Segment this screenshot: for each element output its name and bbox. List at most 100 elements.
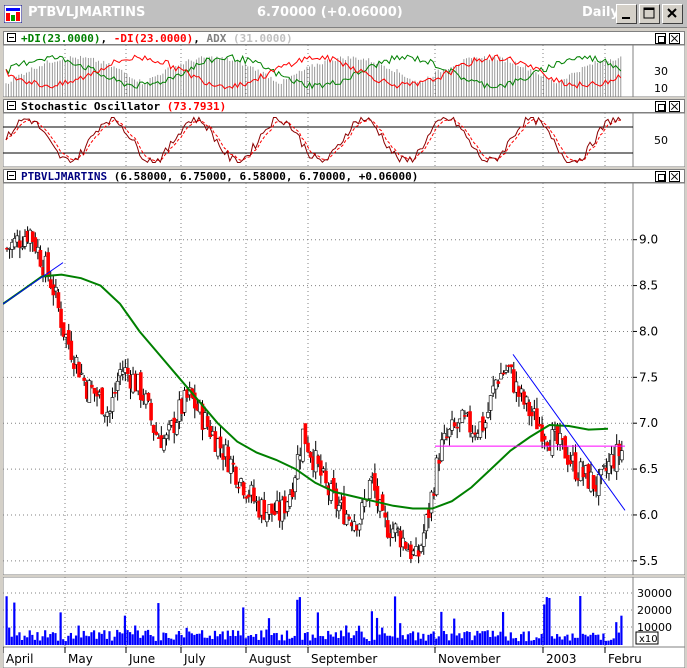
- candle-body: [347, 516, 351, 520]
- volume-bar: [64, 641, 67, 645]
- price-tick-label: 8.0: [639, 324, 658, 338]
- pane-collapse-icon[interactable]: [7, 101, 16, 110]
- volume-bar: [278, 640, 281, 645]
- pane-close-button[interactable]: [669, 33, 680, 44]
- volume-bar: [193, 634, 196, 645]
- volume-bar: [288, 638, 291, 645]
- volume-bar: [324, 639, 327, 645]
- volume-bar: [208, 635, 211, 645]
- volume-bar: [471, 640, 474, 645]
- month-label: May: [68, 652, 93, 666]
- volume-bar: [517, 641, 520, 645]
- volume-bar: [175, 634, 178, 645]
- volume-bar: [293, 635, 296, 645]
- candle-body: [79, 372, 84, 375]
- volume-bar: [411, 631, 415, 645]
- maximize-icon: [643, 7, 655, 19]
- volume-bar: [615, 622, 618, 645]
- month-label: 2003: [546, 652, 577, 666]
- month-label: September: [311, 652, 377, 666]
- candle-body: [596, 474, 601, 496]
- volume-bar: [201, 630, 204, 645]
- pane-close-button[interactable]: [669, 101, 680, 112]
- pane-restore-button[interactable]: [655, 101, 666, 112]
- candle-body: [488, 395, 493, 411]
- stochastic-pane-header[interactable]: Stochastic Oscillator (73.7931): [3, 99, 685, 113]
- pane-collapse-icon[interactable]: [7, 33, 16, 42]
- volume-bar: [69, 632, 73, 645]
- dmi-pane-header[interactable]: +DI(23.0000), -DI(23.0000), ADX (31.0000…: [3, 31, 685, 45]
- close-icon: [667, 8, 677, 18]
- price-symbol-label: PTBVLJMARTINS: [21, 170, 108, 183]
- volume-chart: 30000 20000 10000 x10: [3, 577, 685, 647]
- volume-bar: [128, 632, 132, 645]
- volume-bar: [255, 634, 258, 645]
- candle-body: [154, 431, 159, 435]
- volume-bar: [499, 631, 502, 645]
- volume-bar: [10, 636, 13, 645]
- volume-bar: [355, 630, 358, 645]
- price-tick-label: 6.5: [639, 462, 658, 476]
- candle-body: [452, 422, 457, 427]
- volume-bar: [507, 640, 510, 645]
- volume-bar: [46, 637, 49, 645]
- volume-bar: [509, 632, 512, 645]
- volume-bar: [164, 633, 168, 645]
- pane-restore-button[interactable]: [655, 33, 666, 44]
- candle-body: [77, 362, 81, 378]
- volume-bar: [347, 632, 350, 645]
- volume-bar: [74, 635, 78, 645]
- volume-bar: [391, 636, 394, 645]
- volume-bar: [162, 632, 165, 645]
- minimize-button[interactable]: [616, 4, 637, 24]
- window-title-price: 6.70000 (+0.06000): [257, 5, 403, 20]
- volume-bar: [28, 630, 31, 645]
- volume-bar: [54, 633, 57, 645]
- candle-body: [468, 411, 472, 433]
- candle-body: [396, 528, 400, 531]
- close-button[interactable]: [662, 4, 683, 24]
- candle-body: [162, 438, 166, 451]
- volume-bar: [530, 640, 533, 645]
- period-label[interactable]: Daily: [582, 5, 619, 20]
- volume-bar: [306, 632, 309, 645]
- volume-bar: [388, 635, 392, 645]
- volume-bar: [224, 639, 227, 645]
- volume-bar: [20, 640, 24, 645]
- volume-bar: [49, 634, 52, 645]
- price-pane-header[interactable]: PTBVLJMARTINS (6.58000, 6.75000, 6.58000…: [3, 169, 685, 183]
- pane-close-button[interactable]: [669, 171, 680, 182]
- volume-bar: [370, 611, 373, 645]
- candle-body: [496, 381, 501, 384]
- volume-bar: [478, 633, 482, 645]
- volume-bar: [257, 639, 260, 645]
- volume-bar: [460, 638, 464, 645]
- volume-bar: [195, 633, 199, 645]
- volume-bar: [144, 630, 147, 645]
- volume-bar: [139, 637, 142, 645]
- volume-bar: [108, 631, 111, 645]
- pane-restore-button[interactable]: [655, 171, 666, 182]
- volume-bar: [599, 639, 602, 645]
- volume-bar: [157, 603, 160, 645]
- volume-bar: [592, 632, 595, 645]
- volume-bar: [327, 630, 330, 645]
- volume-bar: [607, 640, 610, 645]
- candle-body: [486, 411, 490, 418]
- volume-bar: [550, 636, 554, 645]
- candle-body: [306, 442, 310, 453]
- volume-bar: [409, 633, 412, 645]
- volume-bar: [270, 635, 273, 645]
- maximize-button[interactable]: [639, 4, 660, 24]
- volume-bar: [545, 597, 548, 645]
- volume-bar: [18, 632, 21, 645]
- volume-bar: [203, 637, 206, 645]
- pane-collapse-icon[interactable]: [7, 171, 16, 180]
- volume-bar: [244, 638, 247, 645]
- volume-bar: [249, 635, 253, 645]
- volume-bar: [126, 630, 129, 645]
- volume-bar: [98, 632, 101, 645]
- volume-bar: [262, 637, 265, 645]
- volume-bar: [100, 633, 103, 645]
- candle-body: [324, 470, 328, 484]
